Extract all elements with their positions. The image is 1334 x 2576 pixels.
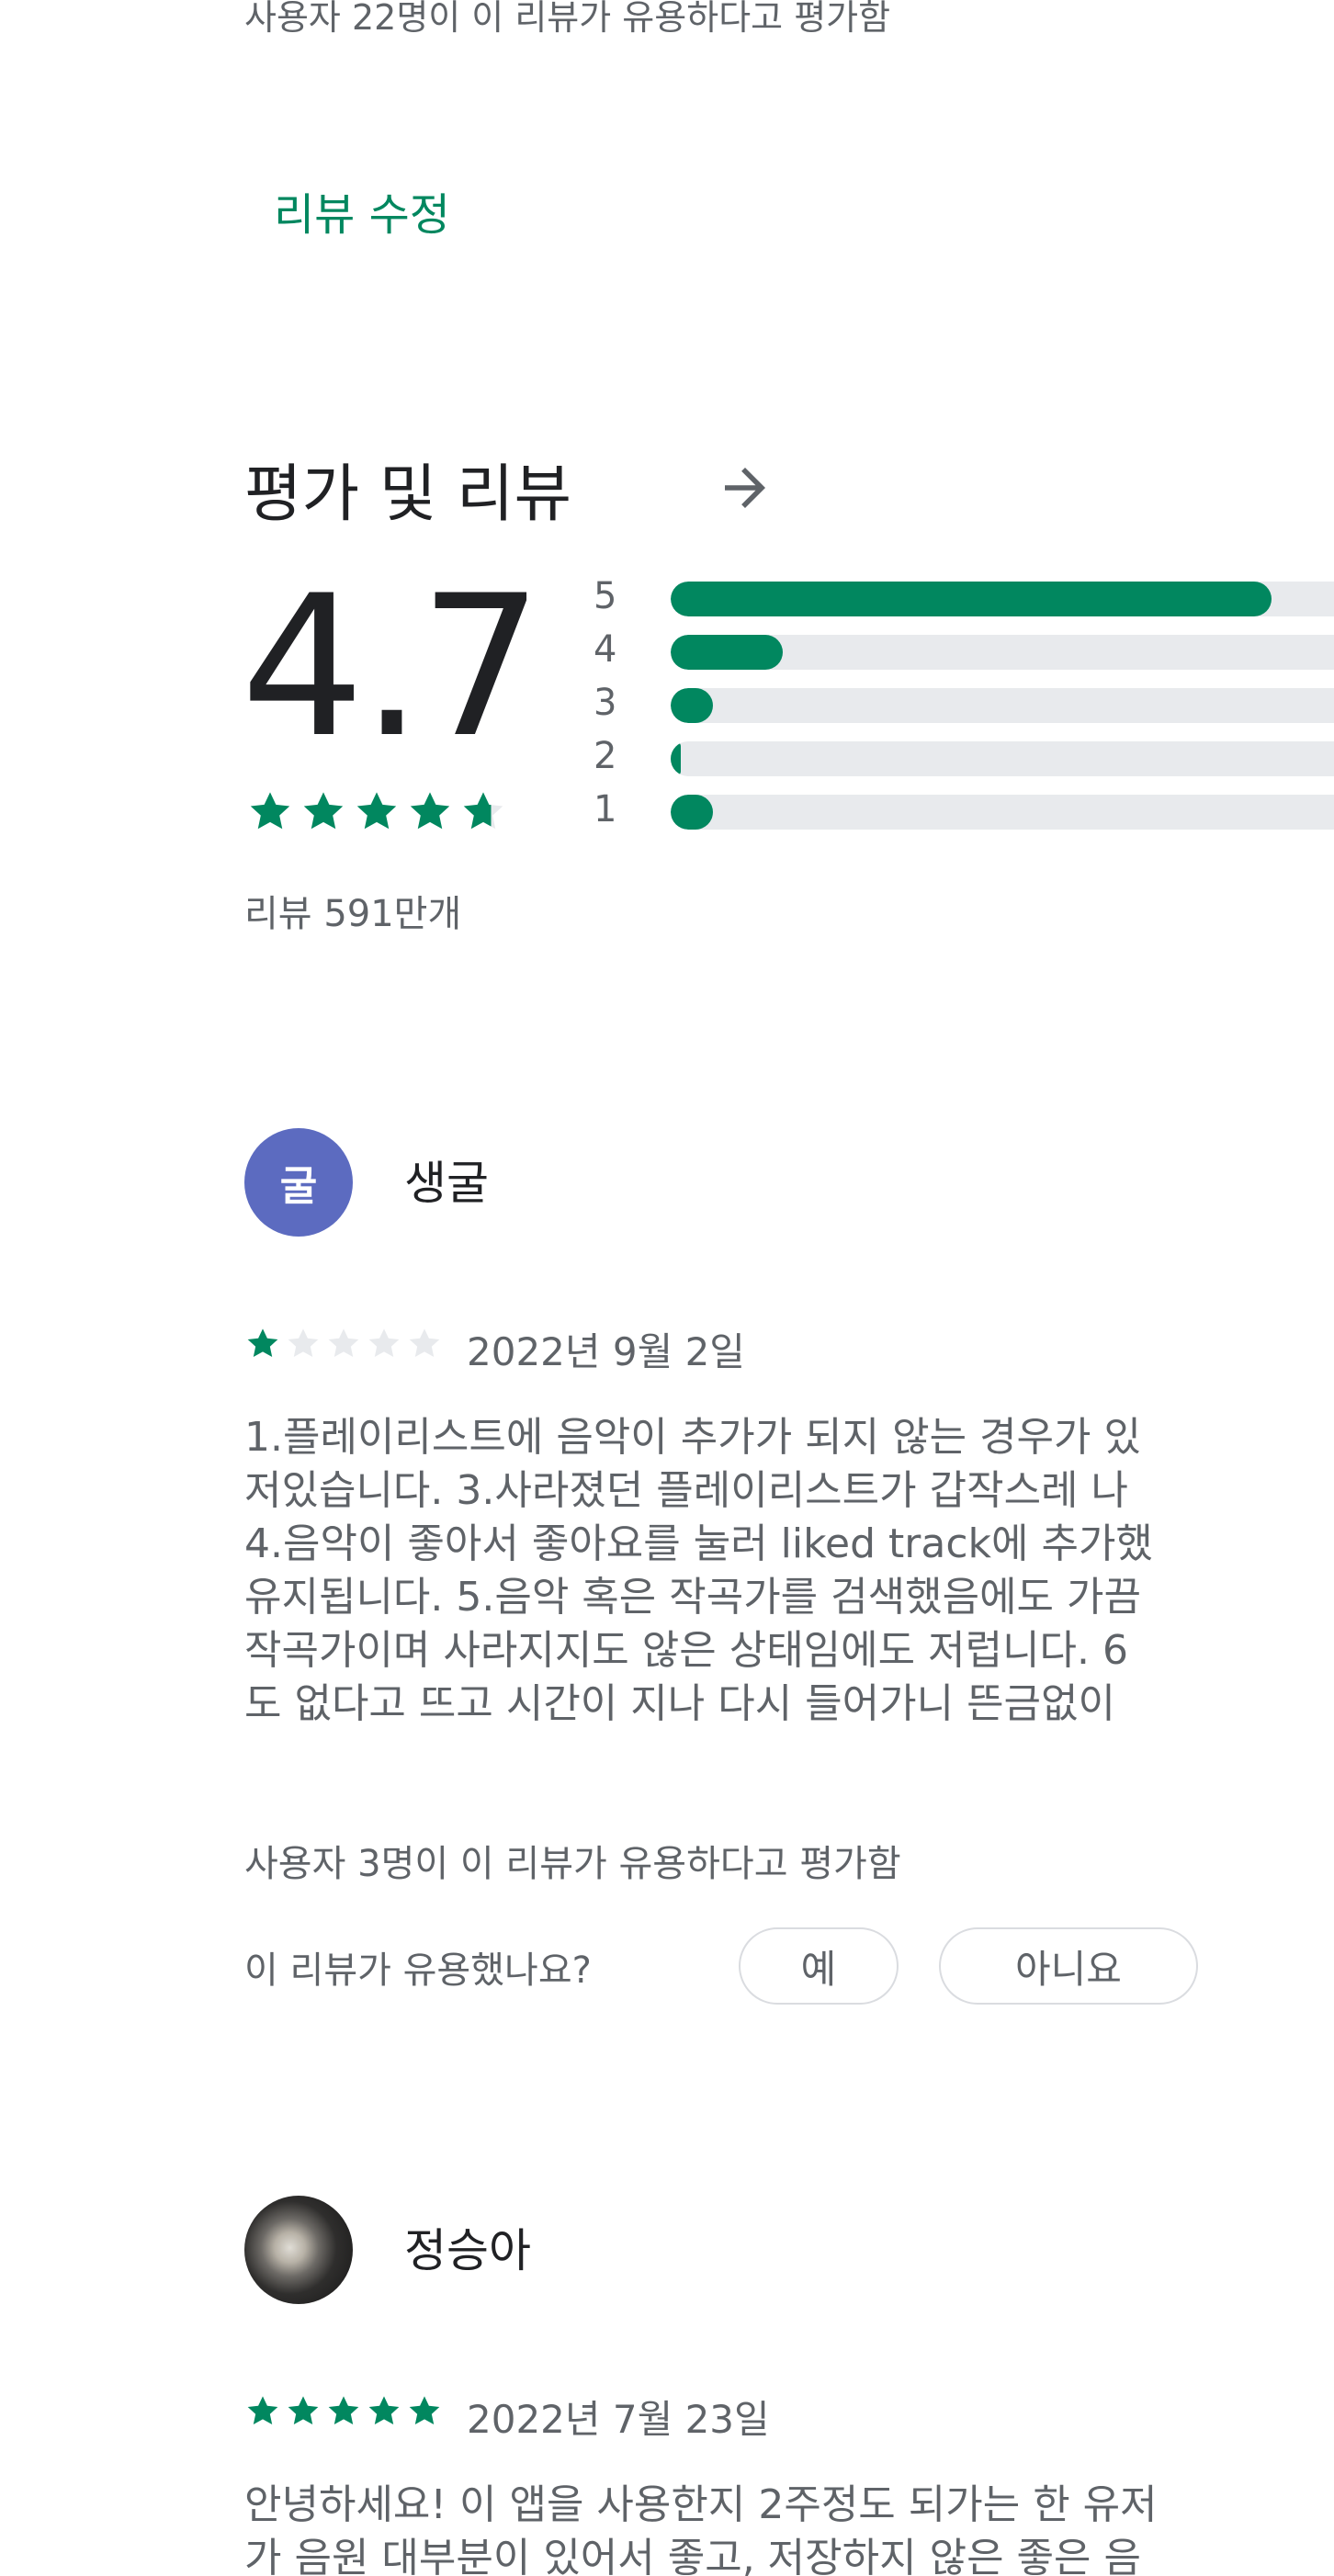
review-date: 2022년 7월 23일 [467, 2397, 770, 2442]
histogram-fill [671, 688, 713, 723]
histogram-fill [671, 741, 682, 776]
histogram-label: 5 [594, 575, 617, 617]
star-icon [244, 1326, 281, 1361]
star-icon [285, 2393, 322, 2428]
review-stars [244, 2393, 443, 2428]
review-text-line: 도 없다고 뜨고 시간이 지나 다시 들어가니 뜬금없이 [244, 1680, 1115, 1727]
review-text-line: 가 음원 대부분이 있어서 좋고, 저장하지 않은 좋은 음 [244, 2535, 1141, 2576]
avatar[interactable]: 굴 [244, 1128, 353, 1237]
histogram-track [671, 635, 1334, 670]
star-icon [366, 1326, 402, 1361]
histogram-row-2: 2 [588, 735, 1334, 777]
helpful-count-text: 사용자 22명이 이 리뷰가 유용하다고 평가함 [244, 0, 891, 38]
histogram-track [671, 688, 1334, 723]
histogram-row-4: 4 [588, 628, 1334, 671]
yes-button[interactable]: 예 [739, 1927, 899, 2005]
histogram-row-1: 1 [588, 788, 1334, 830]
average-rating: 4.7 [241, 553, 543, 780]
star-icon [325, 2393, 362, 2428]
review-text-line: 4.음악이 좋아서 좋아요를 눌러 liked track에 추가했 [244, 1520, 1153, 1567]
avatar[interactable] [244, 2196, 353, 2304]
review-text-line: 저있습니다. 3.사라졌던 플레이리스트가 갑작스레 나 [244, 1467, 1128, 1514]
arrow-right-icon[interactable] [715, 458, 775, 518]
average-stars [246, 788, 507, 834]
histogram-fill [671, 635, 783, 670]
histogram-track [671, 582, 1334, 616]
star-icon [246, 788, 294, 834]
star-icon [300, 788, 347, 834]
review-count: 리뷰 591만개 [244, 893, 462, 935]
ratings-section-title[interactable]: 평가 및 리뷰 [244, 443, 571, 534]
review-text-line: 1.플레이리스트에 음악이 추가가 되지 않는 경우가 있 [244, 1414, 1141, 1461]
star-icon [366, 2393, 402, 2428]
review-text: 1.플레이리스트에 음악이 추가가 되지 않는 경우가 있 저있습니다. 3.사… [244, 1411, 1334, 1731]
star-icon [325, 1326, 362, 1361]
review-text-line: 작곡가이며 사라지지도 않은 상태임에도 저럽니다. 6 [244, 1627, 1128, 1674]
star-icon [459, 788, 507, 834]
review-text: 안녕하세요! 이 앱을 사용한지 2주정도 되가는 한 유저 가 음원 대부분이… [244, 2479, 1334, 2576]
reviewer-name: 생굴 [404, 1157, 489, 1210]
star-icon [285, 1326, 322, 1361]
edit-review-link[interactable]: 리뷰 수정 [274, 178, 450, 243]
star-icon [406, 2393, 443, 2428]
review-text-line: 유지됩니다. 5.음악 혹은 작곡가를 검색했음에도 가끔 [244, 1574, 1141, 1621]
histogram-fill [671, 795, 713, 830]
app-details-page: 사용자 22명이 이 리뷰가 유용하다고 평가함 리뷰 수정 평가 및 리뷰 4… [0, 0, 1334, 2576]
star-icon [244, 2393, 281, 2428]
helpful-count-text: 사용자 3명이 이 리뷰가 유용하다고 평가함 [244, 1843, 901, 1885]
histogram-label: 2 [594, 735, 617, 777]
no-button[interactable]: 아니요 [939, 1927, 1198, 2005]
histogram-row-5: 5 [588, 575, 1334, 617]
histogram-label: 1 [594, 788, 617, 830]
histogram-track [671, 741, 1334, 776]
histogram-fill [671, 582, 1272, 616]
histogram-track [671, 795, 1334, 830]
review-stars [244, 1326, 443, 1361]
reviewer-name: 정승아 [404, 2224, 531, 2277]
histogram-label: 3 [594, 682, 617, 724]
helpful-question: 이 리뷰가 유용했나요? [244, 1949, 592, 1992]
star-icon [406, 788, 454, 834]
histogram-row-3: 3 [588, 682, 1334, 724]
review-text-line: 안녕하세요! 이 앱을 사용한지 2주정도 되가는 한 유저 [244, 2481, 1158, 2528]
star-icon [406, 1326, 443, 1361]
star-icon [353, 788, 401, 834]
review-date: 2022년 9월 2일 [467, 1329, 745, 1374]
histogram-label: 4 [594, 628, 617, 671]
